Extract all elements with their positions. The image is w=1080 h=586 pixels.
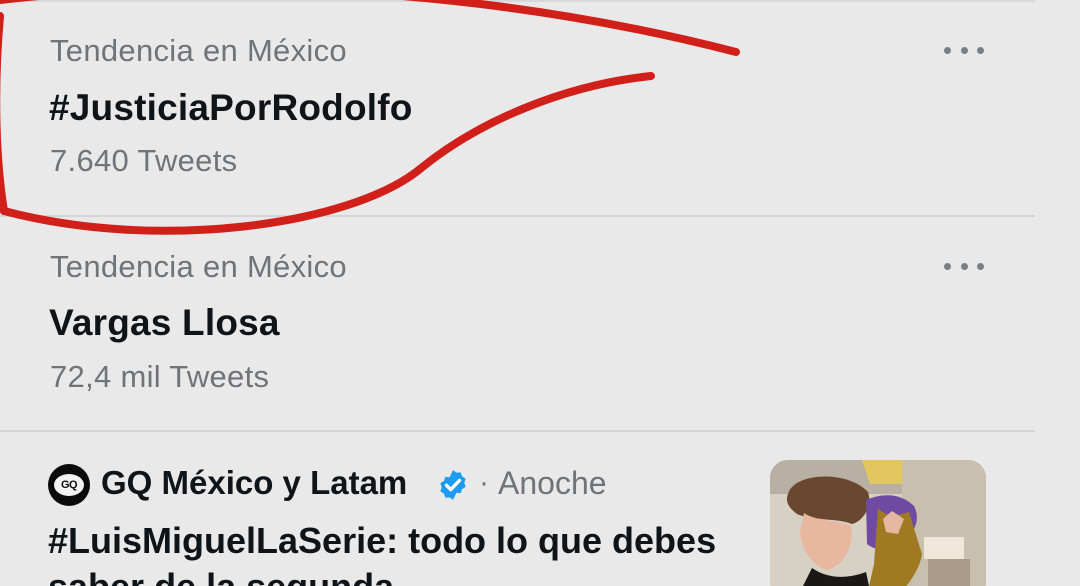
trend-context-label: Tendencia en México [50,33,347,68]
news-item-luis-miguel[interactable]: GQ GQ México y Latam · Anoche #LuisMigue… [0,432,1080,586]
trend-item-vargas-llosa[interactable]: Tendencia en México Vargas Llosa 72,4 mi… [0,216,1080,431]
news-timestamp: Anoche [498,465,607,501]
news-source-name: GQ México y Latam [101,464,408,501]
more-dot [944,262,951,270]
trend-tweet-count: 7.640 Tweets [50,143,238,178]
verified-badge-icon [440,470,466,500]
news-headline: #LuisMiguelLaSerie: todo lo que debes sa… [48,520,717,586]
trends-screen: Tendencia en México #JusticiaPorRodolfo … [0,0,1080,586]
trend-title: #JusticiaPorRodolfo [49,87,413,128]
more-dot [977,262,984,270]
gq-avatar[interactable]: GQ [48,464,90,506]
more-dot [944,46,951,54]
gq-logo: GQ [54,474,84,496]
more-dot [977,46,984,54]
more-horizontal-icon[interactable] [944,254,984,278]
meta-separator: · [479,466,489,499]
more-dot [960,262,968,270]
news-thumbnail-image [770,460,986,586]
news-thumbnail[interactable] [770,460,986,586]
trend-title: Vargas Llosa [49,302,280,343]
more-horizontal-icon[interactable] [944,38,984,62]
trend-context-label: Tendencia en México [50,249,347,284]
trend-tweet-count: 72,4 mil Tweets [50,359,270,394]
trend-item-justiciaporrodolfo[interactable]: Tendencia en México #JusticiaPorRodolfo … [0,0,1080,215]
more-dot [960,46,968,54]
